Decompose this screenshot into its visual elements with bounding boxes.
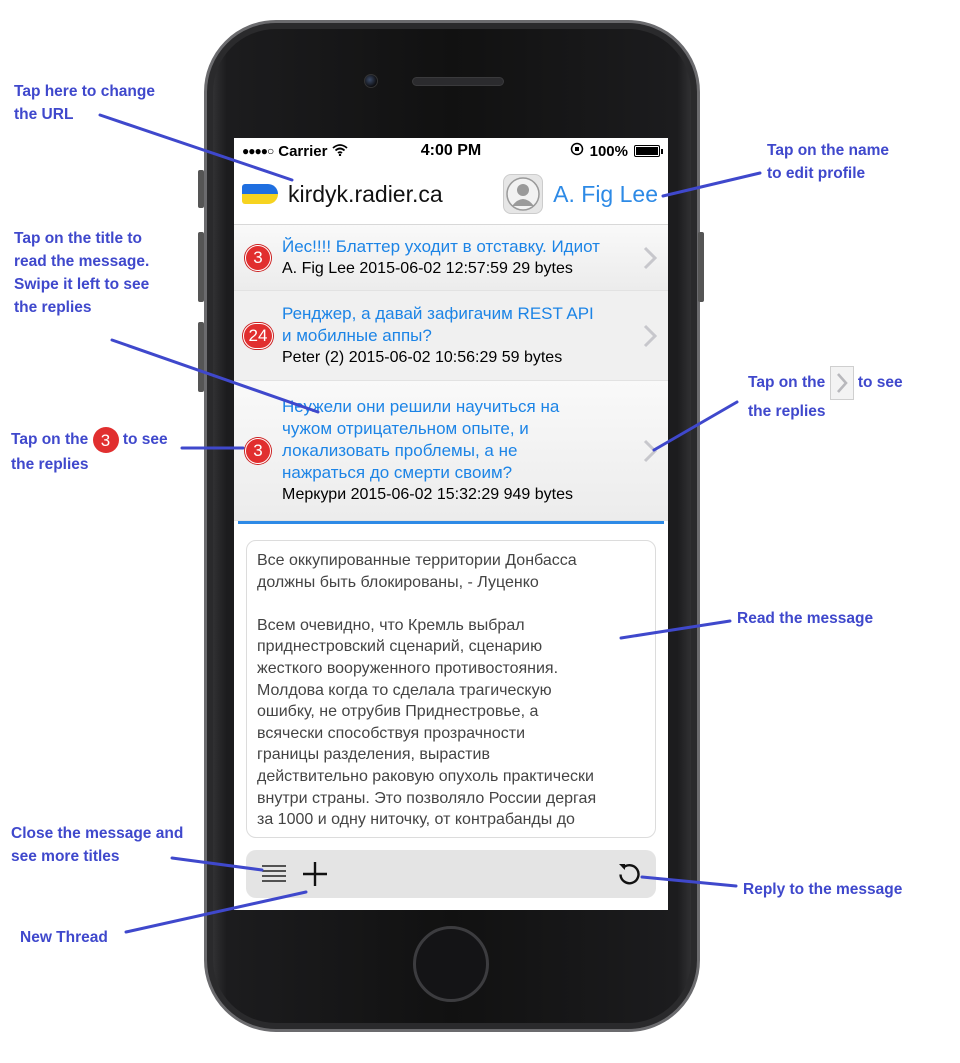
note-read-message: Read the message: [737, 610, 874, 627]
note-reply: Reply to the message: [743, 881, 903, 898]
badge-example: 3: [92, 427, 119, 453]
note-close-message: Close the message and see more titles: [11, 825, 184, 865]
note-new-thread: New Thread: [20, 929, 108, 946]
note-read-title: Tap on the title to read the message. Sw…: [14, 230, 150, 316]
note-badge-replies: Tap on the 3 to see the replies: [11, 427, 168, 476]
note-change-url: Tap here to change the URL: [14, 83, 155, 123]
note-edit-profile: Tap on the name to edit profile: [767, 142, 890, 182]
note-chevron-replies: Tap on the to see the replies: [748, 366, 903, 423]
chevron-right-icon: [829, 366, 854, 400]
